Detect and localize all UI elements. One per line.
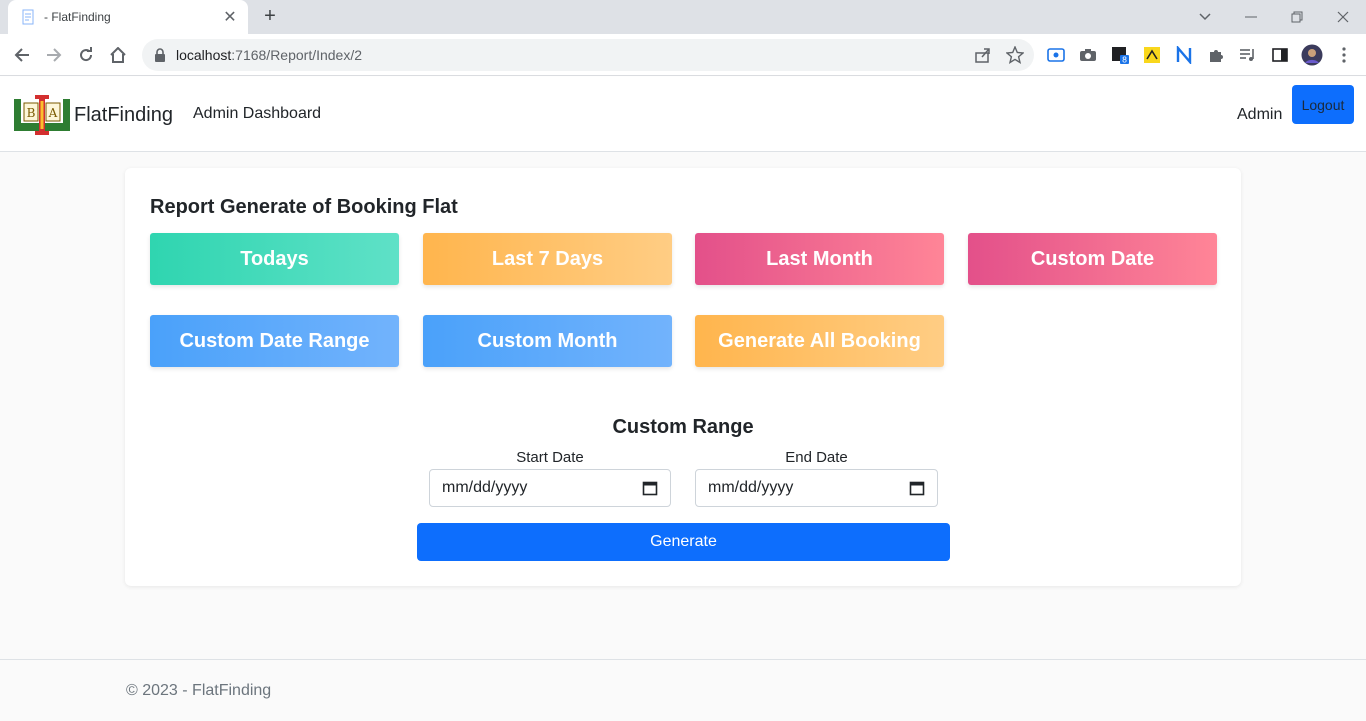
- end-date-input[interactable]: mm/dd/yyyy: [695, 469, 938, 507]
- main-content: Report Generate of Booking Flat Todays L…: [0, 152, 1366, 659]
- app-navbar: B A FlatFinding Admin Dashboard Admin Lo…: [0, 77, 1366, 152]
- calendar-extension-icon[interactable]: 8: [1108, 43, 1132, 67]
- yellow-extension-icon[interactable]: [1140, 43, 1164, 67]
- side-panel-icon[interactable]: [1268, 43, 1292, 67]
- camera-extension-icon[interactable]: [1076, 43, 1100, 67]
- forward-icon[interactable]: [38, 39, 70, 71]
- address-bar[interactable]: localhost:7168/Report/Index/2: [142, 39, 1034, 71]
- generate-all-booking-button[interactable]: Generate All Booking: [695, 315, 944, 367]
- report-card: Report Generate of Booking Flat Todays L…: [125, 168, 1241, 586]
- svg-text:A: A: [48, 106, 58, 120]
- browser-menu-icon[interactable]: [1332, 43, 1356, 67]
- reload-icon[interactable]: [70, 39, 102, 71]
- screencast-extension-icon[interactable]: [1044, 43, 1068, 67]
- home-icon[interactable]: [102, 39, 134, 71]
- report-heading: Report Generate of Booking Flat: [150, 196, 458, 218]
- back-icon[interactable]: [6, 39, 38, 71]
- close-tab-icon[interactable]: ✕: [222, 7, 238, 27]
- browser-toolbar: localhost:7168/Report/Index/2 8: [0, 34, 1366, 76]
- restore-icon[interactable]: [1274, 0, 1320, 34]
- start-date-value: mm/dd/yyyy: [442, 479, 528, 496]
- tab-search-icon[interactable]: [1182, 0, 1228, 34]
- calendar-icon[interactable]: [642, 480, 658, 496]
- profile-avatar-icon[interactable]: [1300, 43, 1324, 67]
- extensions-puzzle-icon[interactable]: [1204, 43, 1228, 67]
- minimize-icon[interactable]: [1228, 0, 1274, 34]
- tab-title: - FlatFinding: [44, 10, 111, 24]
- media-control-icon[interactable]: [1236, 43, 1260, 67]
- n-extension-icon[interactable]: [1172, 43, 1196, 67]
- calendar-icon[interactable]: [909, 480, 925, 496]
- footer: © 2023 - FlatFinding: [0, 659, 1366, 721]
- lock-icon: [155, 48, 165, 62]
- start-date-label: Start Date: [516, 449, 584, 466]
- footer-copyright: © 2023 - FlatFinding: [126, 682, 272, 699]
- new-tab-button[interactable]: +: [258, 4, 282, 28]
- custom-date-button[interactable]: Custom Date: [968, 233, 1217, 285]
- user-label: Admin: [1237, 106, 1283, 123]
- close-window-icon[interactable]: [1320, 0, 1366, 34]
- end-date-label: End Date: [785, 449, 848, 466]
- generate-button[interactable]: Generate: [417, 523, 950, 561]
- custom-month-button[interactable]: Custom Month: [423, 315, 672, 367]
- page-icon: [22, 9, 34, 25]
- custom-date-range-button[interactable]: Custom Date Range: [150, 315, 399, 367]
- browser-tab-bar: - FlatFinding ✕ +: [0, 0, 1366, 34]
- url-text: localhost:7168/Report/Index/2: [176, 47, 363, 63]
- start-date-input[interactable]: mm/dd/yyyy: [429, 469, 671, 507]
- svg-text:B: B: [27, 106, 36, 120]
- brand-logo: B A: [14, 95, 70, 135]
- share-icon[interactable]: [974, 46, 992, 64]
- admin-dashboard-link[interactable]: Admin Dashboard: [193, 105, 321, 123]
- todays-button[interactable]: Todays: [150, 233, 399, 285]
- bookmark-star-icon[interactable]: [1006, 46, 1024, 64]
- end-date-value: mm/dd/yyyy: [708, 479, 794, 496]
- logout-button[interactable]: Logout: [1292, 85, 1354, 124]
- last-month-button[interactable]: Last Month: [695, 233, 944, 285]
- browser-tab[interactable]: - FlatFinding ✕: [8, 0, 248, 34]
- custom-range-title: Custom Range: [612, 416, 754, 438]
- svg-text:8: 8: [1122, 56, 1127, 65]
- last-7-days-button[interactable]: Last 7 Days: [423, 233, 672, 285]
- brand-name: FlatFinding: [74, 103, 173, 126]
- brand[interactable]: B A FlatFinding: [12, 93, 173, 137]
